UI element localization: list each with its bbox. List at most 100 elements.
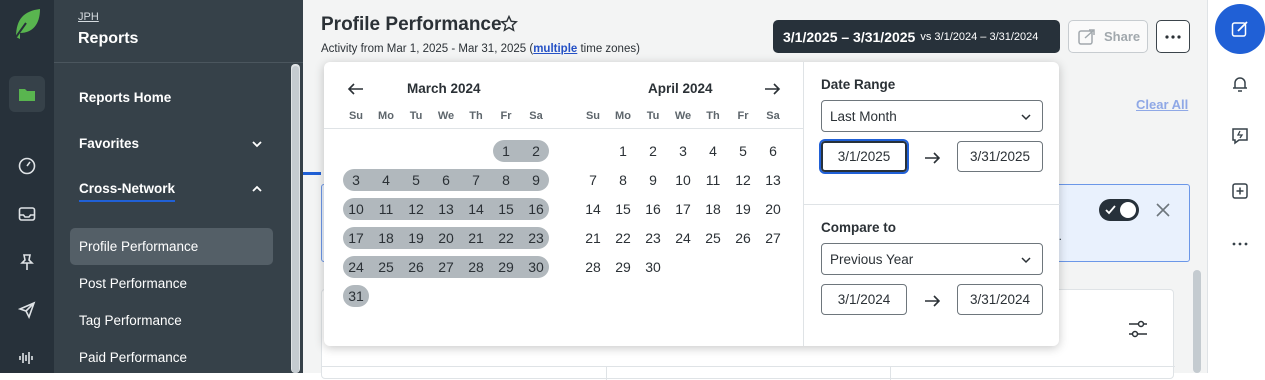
calendar-day[interactable]: 21 [461,227,491,249]
sidebar-item-paid-performance[interactable]: Paid Performance [70,339,273,376]
sidebar-scrollbar-thumb[interactable] [292,66,299,373]
calendar-day[interactable]: 22 [491,227,521,249]
calendar-day[interactable]: 27 [431,256,461,278]
calendar-day[interactable]: 17 [668,198,698,220]
calendar-day[interactable]: 5 [728,140,758,162]
calendar-day[interactable]: 17 [341,227,371,249]
calendar-day[interactable]: 25 [698,227,728,249]
calendar-day[interactable]: 2 [638,140,668,162]
calendar-day[interactable]: 11 [698,169,728,191]
arrow-left-icon[interactable] [347,81,365,97]
chevron-up-icon[interactable] [250,182,264,196]
calendar-day[interactable]: 14 [578,198,608,220]
timezones-link[interactable]: multiple [533,43,577,55]
calendar-day[interactable]: 13 [431,198,461,220]
calendar-day[interactable]: 1 [608,140,638,162]
calendar-day[interactable]: 8 [608,169,638,191]
calendar-day[interactable]: 24 [341,256,371,278]
calendar-day[interactable]: 15 [491,198,521,220]
calendar-day[interactable]: 8 [491,169,521,191]
calendar-day[interactable]: 29 [491,256,521,278]
calendar-day[interactable]: 7 [578,169,608,191]
main-scrollbar-thumb[interactable] [1193,270,1201,373]
bell-icon[interactable] [1230,74,1250,94]
calendar-day[interactable]: 18 [698,198,728,220]
calendar-day[interactable]: 30 [521,256,551,278]
calendar-day[interactable]: 29 [608,256,638,278]
audio-waves-icon[interactable] [9,340,45,376]
calendar-day[interactable]: 18 [371,227,401,249]
calendar-day[interactable]: 27 [758,227,788,249]
gauge-icon[interactable] [9,148,45,184]
chat-icon[interactable] [1230,126,1250,146]
calendar-day[interactable]: 4 [371,169,401,191]
calendar-day[interactable]: 16 [638,198,668,220]
send-icon[interactable] [9,292,45,328]
compare-end-input[interactable]: 3/31/2024 [957,284,1043,315]
end-date-input[interactable]: 3/31/2025 [957,141,1043,172]
start-date-input[interactable]: 3/1/2025 [821,141,907,172]
calendar-day[interactable]: 1 [491,140,521,162]
calendar-day[interactable]: 2 [521,140,551,162]
calendar-day[interactable]: 31 [341,285,371,307]
calendar-day[interactable]: 22 [608,227,638,249]
sidebar-item-tag-performance[interactable]: Tag Performance [70,302,273,339]
compare-start-input[interactable]: 3/1/2024 [821,284,907,315]
nav-favorites[interactable]: Favorites [79,136,139,151]
calendar-day[interactable]: 19 [401,227,431,249]
calendar-day[interactable]: 6 [758,140,788,162]
calendar-day[interactable]: 19 [728,198,758,220]
calendar-day[interactable]: 6 [431,169,461,191]
clear-all-link[interactable]: Clear All [1136,97,1188,112]
calendar-day[interactable]: 12 [401,198,431,220]
chevron-down-icon[interactable] [250,137,264,151]
calendar-day[interactable]: 16 [521,198,551,220]
pin-icon[interactable] [9,244,45,280]
calendar-day[interactable]: 7 [461,169,491,191]
close-icon[interactable] [1155,202,1171,218]
plus-square-icon[interactable] [1230,181,1250,201]
calendar-day[interactable]: 23 [521,227,551,249]
calendar-day[interactable]: 9 [521,169,551,191]
nav-reports-home[interactable]: Reports Home [79,90,171,105]
calendar-day[interactable]: 11 [371,198,401,220]
calendar-day[interactable]: 21 [578,227,608,249]
more-options-button[interactable] [1156,20,1190,53]
arrow-right-icon[interactable] [763,81,781,97]
calendar-day[interactable]: 3 [668,140,698,162]
calendar-day[interactable]: 9 [638,169,668,191]
calendar-day[interactable]: 28 [461,256,491,278]
nav-cross-network[interactable]: Cross-Network [79,181,176,202]
calendar-day[interactable]: 14 [461,198,491,220]
calendar-day[interactable]: 23 [638,227,668,249]
date-range-select[interactable]: Last Month [821,100,1043,132]
compare-select[interactable]: Previous Year [821,243,1043,275]
calendar-day[interactable]: 20 [431,227,461,249]
calendar-day[interactable]: 30 [638,256,668,278]
calendar-day[interactable]: 10 [341,198,371,220]
calendar-day[interactable]: 26 [401,256,431,278]
calendar-day[interactable]: 4 [698,140,728,162]
sidebar-item-post-performance[interactable]: Post Performance [70,265,273,302]
star-icon[interactable] [500,15,518,33]
share-button[interactable]: Share [1068,20,1148,53]
calendar-day[interactable]: 15 [608,198,638,220]
more-icon[interactable] [1230,234,1250,254]
sliders-icon[interactable] [1128,320,1148,338]
banner-toggle[interactable] [1099,199,1139,221]
calendar-day[interactable]: 25 [371,256,401,278]
calendar-day[interactable]: 26 [728,227,758,249]
calendar-day[interactable]: 3 [341,169,371,191]
calendar-day[interactable]: 13 [758,169,788,191]
calendar-day[interactable]: 24 [668,227,698,249]
folder-icon[interactable] [9,76,45,112]
calendar-day[interactable]: 12 [728,169,758,191]
calendar-day[interactable]: 20 [758,198,788,220]
date-range-button[interactable]: 3/1/2025 – 3/31/2025 vs 3/1/2024 – 3/31/… [773,20,1060,53]
calendar-day[interactable]: 5 [401,169,431,191]
inbox-icon[interactable] [9,196,45,232]
sidebar-item-profile-performance[interactable]: Profile Performance [70,228,273,265]
compose-button[interactable] [1215,4,1265,54]
sprout-logo-icon[interactable] [9,6,45,42]
calendar-day[interactable]: 10 [668,169,698,191]
